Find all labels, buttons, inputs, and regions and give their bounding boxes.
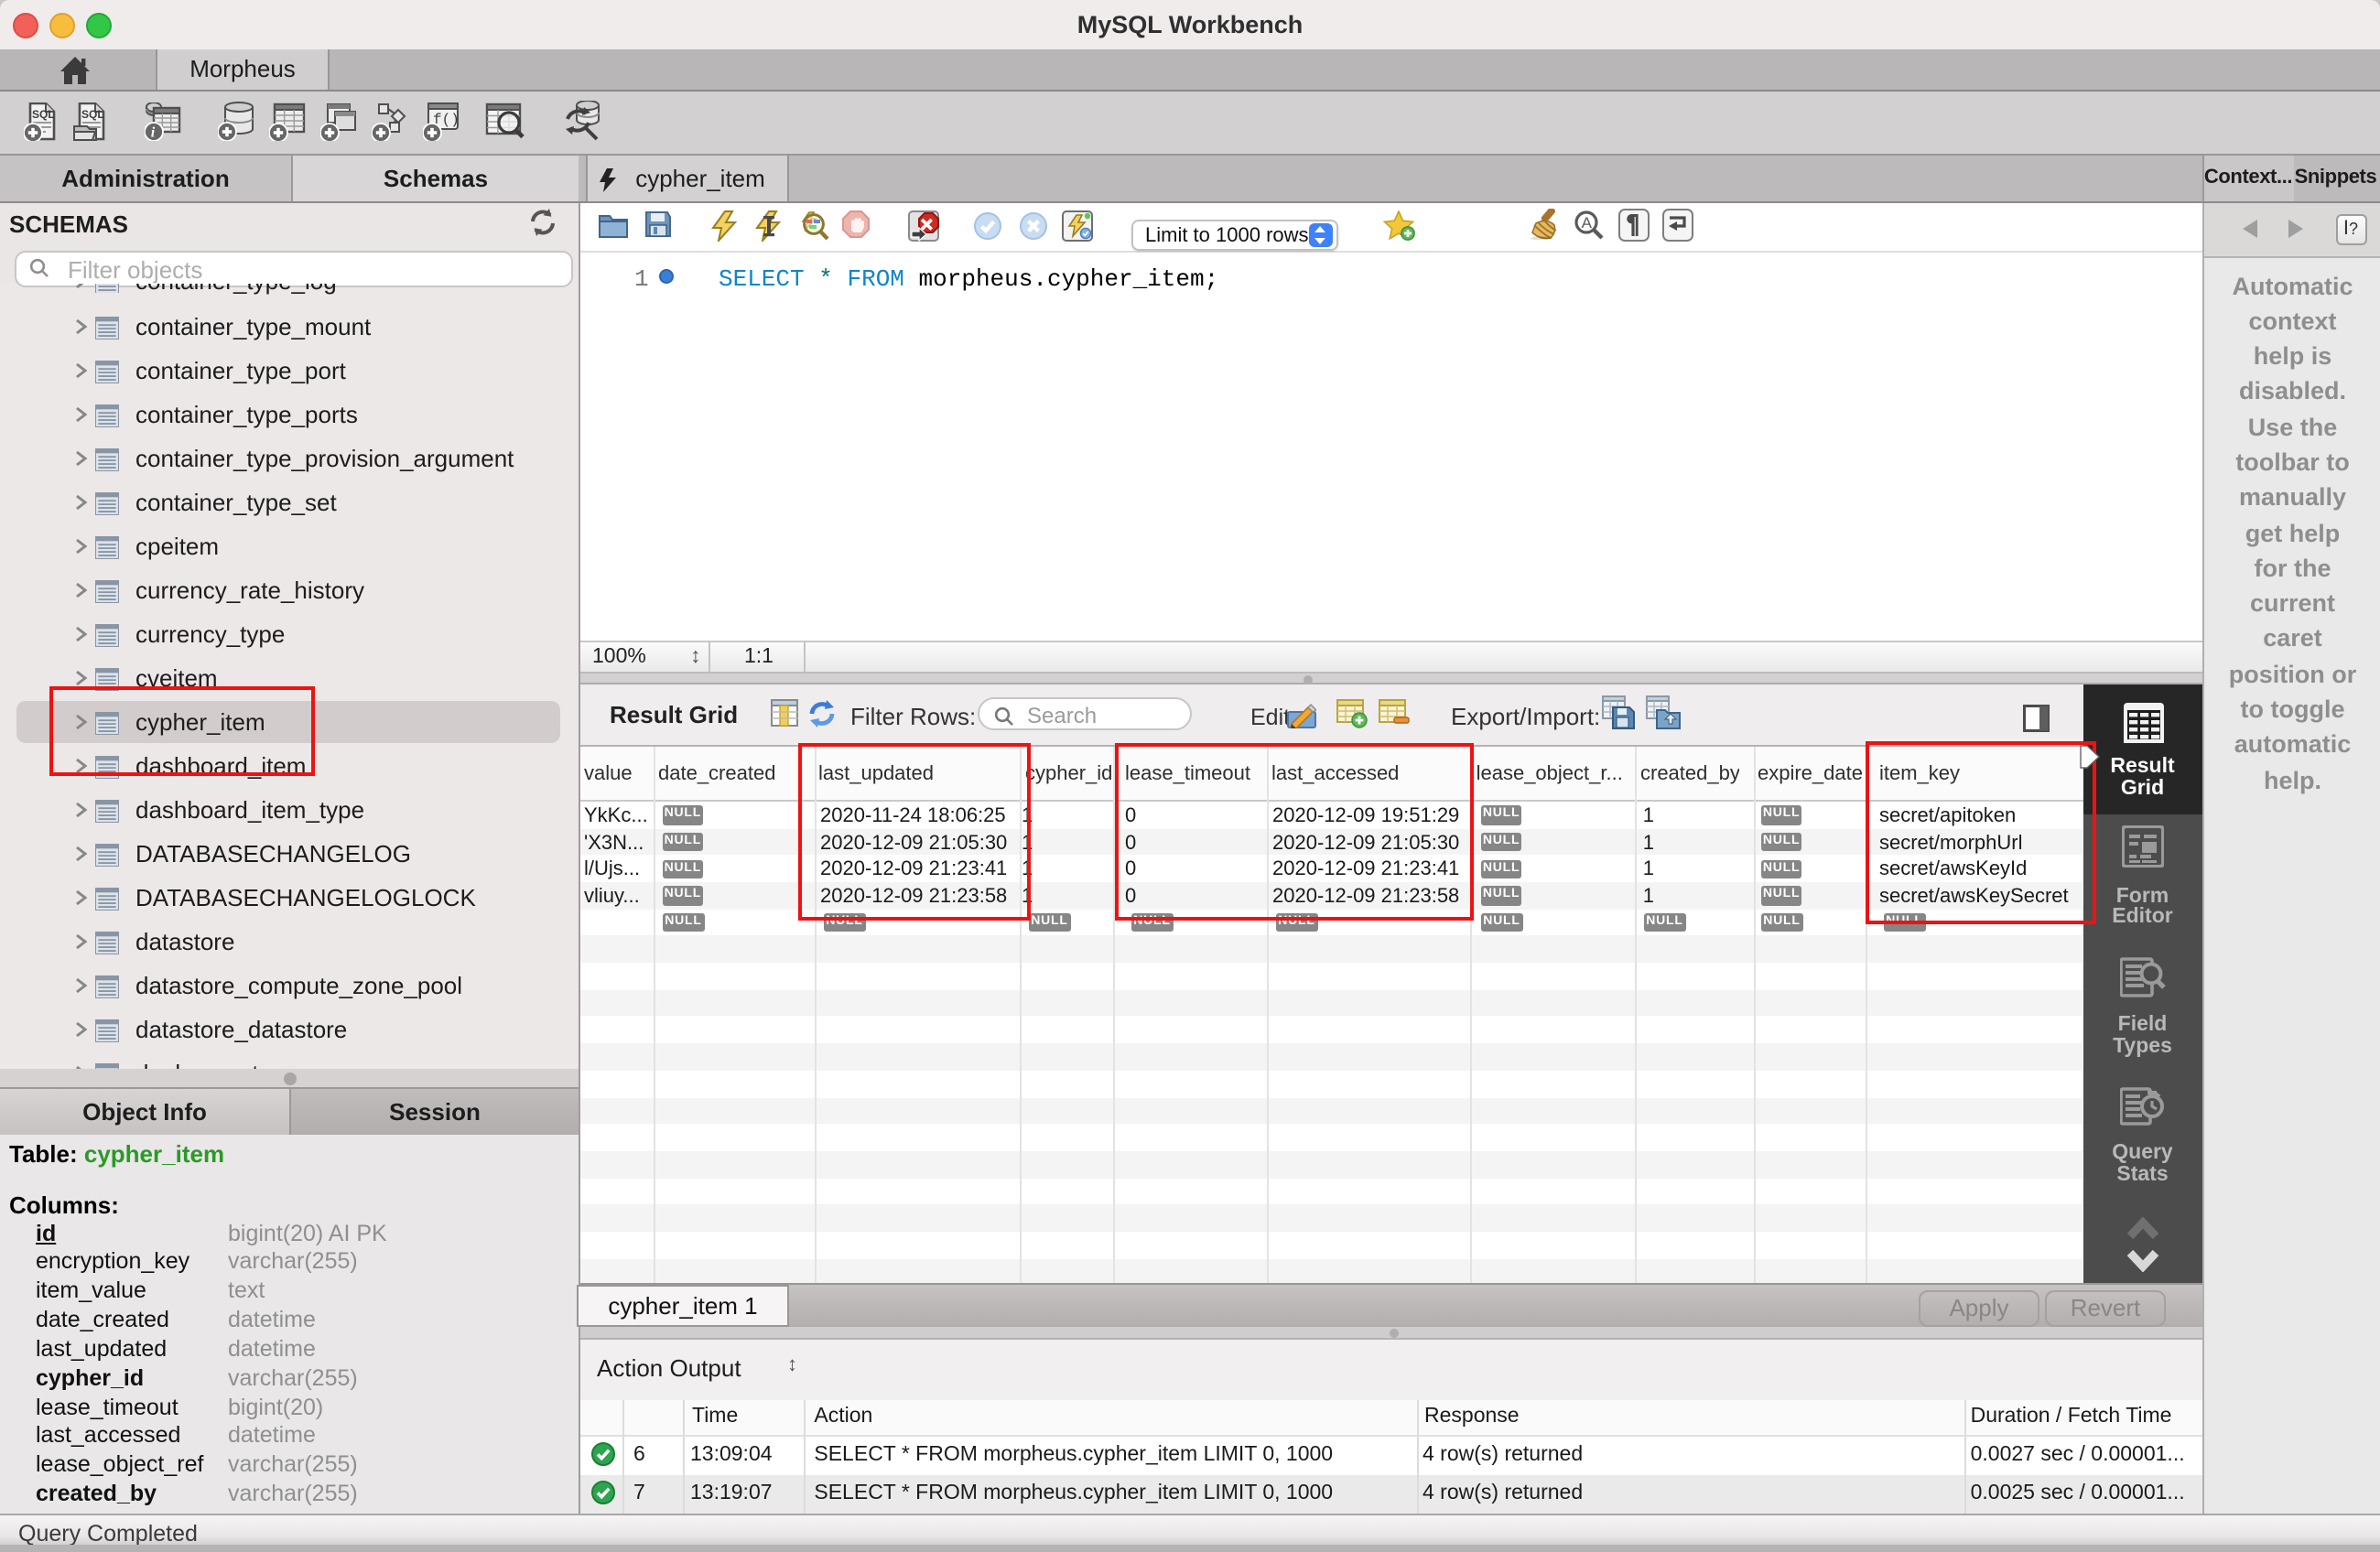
svg-text:SQL: SQL (31, 108, 54, 121)
svg-text:i: i (150, 125, 155, 141)
svg-text:A: A (1582, 213, 1593, 231)
svg-text:SQL: SQL (81, 108, 103, 121)
